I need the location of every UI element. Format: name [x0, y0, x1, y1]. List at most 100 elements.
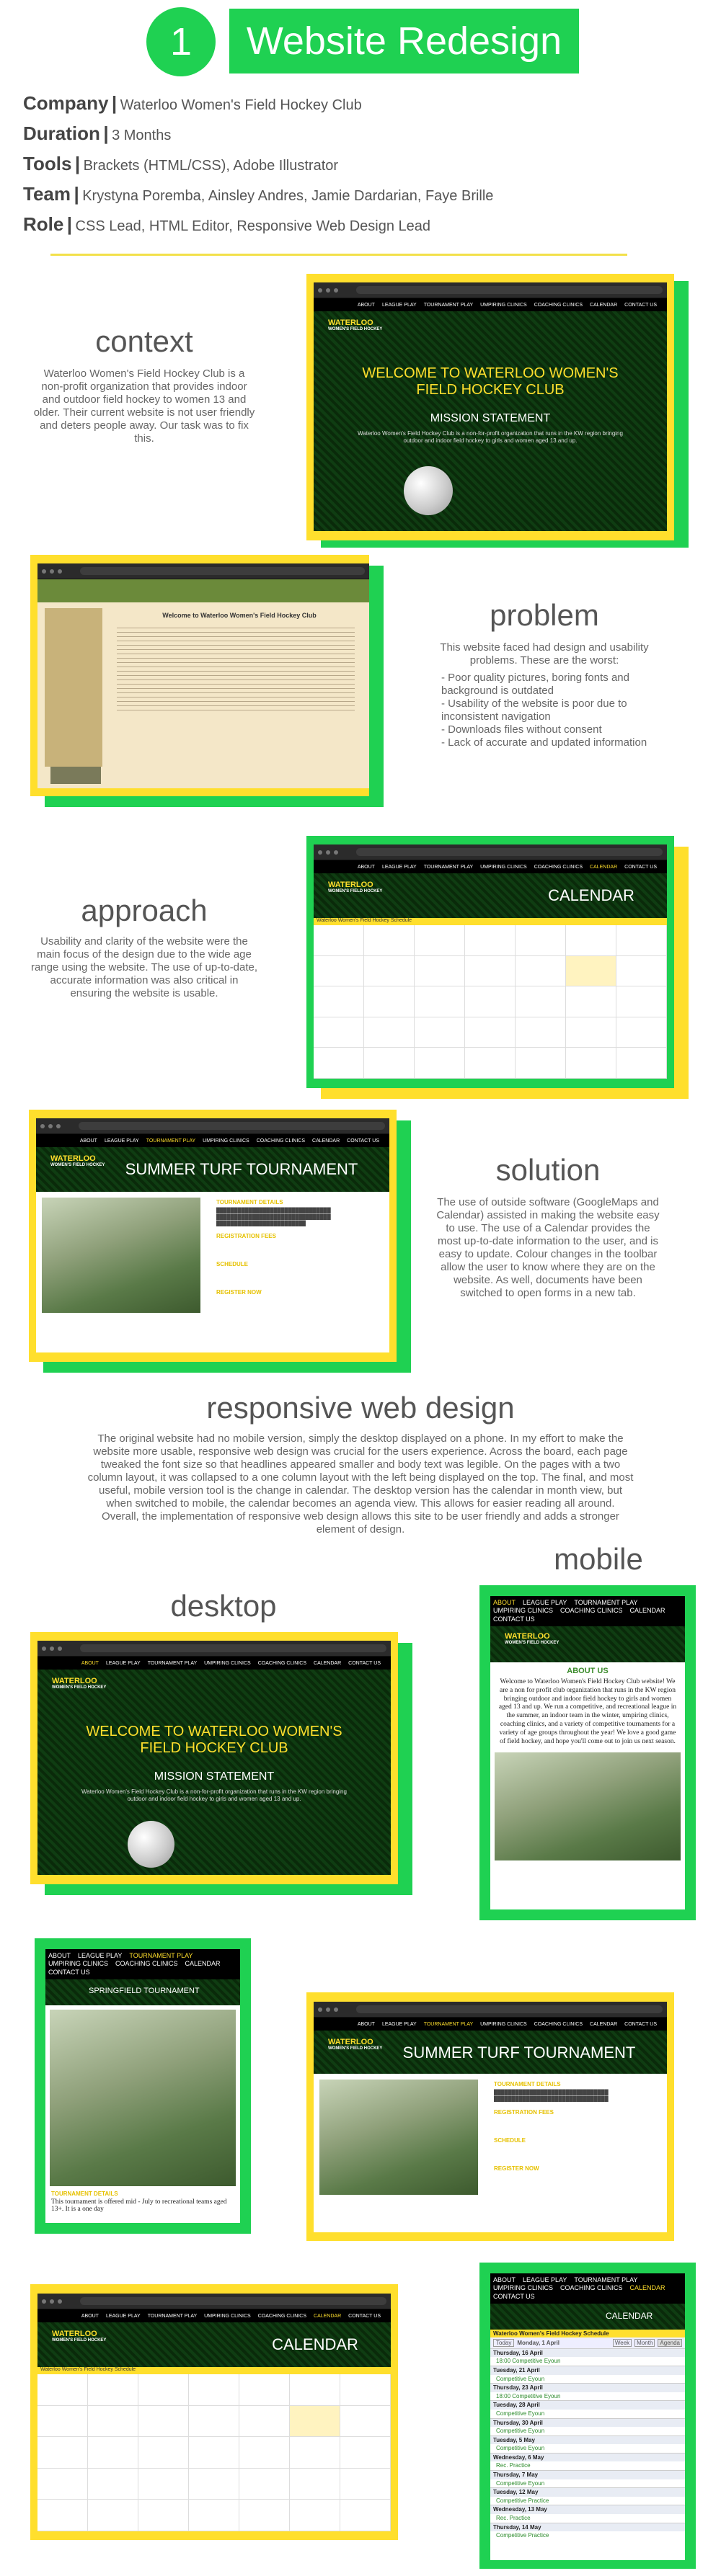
springfield-heading: SPRINGFIELD TOURNAMENT: [89, 1986, 200, 1995]
agenda-event[interactable]: Competitive Eyoun: [490, 2375, 685, 2384]
agenda-event[interactable]: Competitive Eyoun: [490, 2410, 685, 2418]
calendar-heading: CALENDAR: [272, 2335, 358, 2353]
details-heading: TOURNAMENT DETAILS: [494, 2081, 561, 2087]
agenda-event[interactable]: Rec. Practice: [490, 2514, 685, 2523]
club-logo: WATERLOO WOMEN'S FIELD HOCKEY: [328, 318, 383, 332]
desktop-label: desktop: [170, 1589, 277, 1623]
problem-list: - Poor quality pictures, boring fonts an…: [441, 672, 672, 749]
divider: [50, 254, 627, 256]
agenda-day: Thursday, 23 April: [490, 2383, 685, 2392]
springfield-mobile-mockup: ABOUT LEAGUE PLAY TOURNAMENT PLAYUMPIRING …: [45, 1949, 240, 2223]
nav-item[interactable]: CALENDAR: [590, 303, 617, 308]
agenda-event[interactable]: Competitive Eyoun: [490, 2479, 685, 2488]
calendar-heading: CALENDAR: [606, 2310, 653, 2321]
meta-value: CSS Lead, HTML Editor, Responsive Web De…: [75, 218, 431, 234]
register-link[interactable]: REGISTER NOW: [494, 2165, 660, 2172]
home-desktop-mockup: ABOUT LEAGUE PLAY TOURNAMENT PLAY UMPIRING …: [314, 282, 667, 531]
agenda-event[interactable]: 18:00 Competitive Eyoun: [490, 2357, 685, 2366]
tournament-desktop-mockup-2: ABOUT LEAGUE PLAY TOURNAMENT PLAY UMPIRING …: [314, 2002, 667, 2232]
today-button[interactable]: Today: [493, 2338, 515, 2347]
player-photo: [319, 2080, 478, 2195]
agenda-event[interactable]: Competitive Practice: [490, 2531, 685, 2540]
calendar-heading: CALENDAR: [548, 886, 634, 904]
mobile-label: mobile: [554, 1542, 643, 1576]
player-photo: [42, 1198, 200, 1313]
old-site-title: Welcome to Waterloo Women's Field Hockey…: [162, 612, 317, 619]
fees-heading: REGISTRATION FEES: [216, 1233, 276, 1240]
meta-company: Company | Waterloo Women's Field Hockey …: [23, 92, 362, 114]
agenda-day: Tuesday, 28 April: [490, 2400, 685, 2410]
tournament-desktop-mockup: ABOUT LEAGUE PLAY TOURNAMENT PLAY UMPIRING …: [36, 1118, 389, 1352]
tab-month[interactable]: Month: [634, 2338, 655, 2347]
meta-value: Krystyna Poremba, Ainsley Andres, Jamie …: [82, 188, 494, 204]
old-site-mockup: Welcome to Waterloo Women's Field Hockey…: [37, 563, 369, 788]
responsive-title: responsive web design: [206, 1391, 515, 1425]
problem-intro: This website faced had design and usabil…: [440, 641, 649, 667]
month-calendar[interactable]: [37, 2374, 391, 2531]
problem-item: - Usability of the website is poor due t…: [441, 698, 627, 723]
details-text: This tournament is offered mid - July to…: [51, 2198, 227, 2213]
tab-agenda[interactable]: Agenda: [658, 2338, 682, 2347]
meta-duration: Duration | 3 Months: [23, 122, 172, 144]
agenda-event[interactable]: Competitive Eyoun: [490, 2444, 685, 2453]
fees-heading: REGISTRATION FEES: [494, 2108, 554, 2116]
meta-label: Company: [23, 92, 109, 114]
agenda-day: Tuesday, 21 April: [490, 2365, 685, 2375]
agenda-event[interactable]: Competitive Eyoun: [490, 2427, 685, 2435]
agenda-mobile-mockup: ABOUT LEAGUE PLAY TOURNAMENT PLAYUMPIRING …: [490, 2273, 685, 2560]
tournament-heading: SUMMER TURF TOURNAMENT: [125, 1160, 358, 1178]
calendar-title-bar: Waterloo Women's Field Hockey Schedule: [37, 2367, 391, 2374]
tab-week[interactable]: Week: [612, 2338, 632, 2347]
agenda-day: Tuesday, 5 May: [490, 2435, 685, 2445]
schedule-heading: SCHEDULE: [494, 2136, 526, 2144]
project-number-badge: 1: [146, 7, 216, 76]
nav-item[interactable]: COACHING CLINICS: [534, 303, 583, 308]
register-link[interactable]: REGISTER NOW: [216, 1289, 382, 1296]
agenda-day: Wednesday, 13 May: [490, 2505, 685, 2515]
welcome-heading: WELCOME TO WATERLOO WOMEN'S FIELD HOCKEY…: [86, 1724, 342, 1756]
problem-title: problem: [490, 598, 599, 632]
agenda-day: Wednesday, 6 May: [490, 2452, 685, 2462]
agenda-day: Thursday, 14 May: [490, 2522, 685, 2532]
calendar-desktop-mockup-2: ABOUT LEAGUE PLAY TOURNAMENT PLAY UMPIRING …: [37, 2294, 391, 2531]
hockey-ball-image: [404, 466, 453, 515]
agenda-event[interactable]: 18:00 Competitive Eyoun: [490, 2392, 685, 2401]
context-title: context: [95, 324, 193, 358]
meta-label: Duration: [23, 122, 100, 144]
problem-item: - Downloads files without consent: [441, 723, 602, 736]
about-mobile-mockup: ABOUT LEAGUE PLAY TOURNAMENT PLAYUMPIRING …: [490, 1596, 685, 1909]
responsive-text: The original website had no mobile versi…: [87, 1432, 634, 1536]
mission-text: Waterloo Women's Field Hockey Club is a …: [358, 430, 623, 444]
nav-item[interactable]: UMPIRING CLINICS: [480, 303, 527, 308]
nav-item[interactable]: LEAGUE PLAY: [382, 303, 417, 308]
problem-item: - Lack of accurate and updated informati…: [441, 736, 647, 749]
project-title: Website Redesign: [229, 9, 579, 73]
agenda-list: Thursday, 16 April 18:00 Competitive Eyou…: [490, 2348, 685, 2540]
meta-label: Tools: [23, 153, 72, 174]
month-calendar[interactable]: [314, 925, 667, 1079]
nav-item[interactable]: ABOUT: [358, 303, 375, 308]
approach-text: Usability and clarity of the website wer…: [30, 935, 258, 999]
welcome-heading: WELCOME TO WATERLOO WOMEN'S FIELD HOCKEY…: [362, 365, 619, 398]
home-desktop-mockup-2: ABOUT LEAGUE PLAY TOURNAMENT PLAY UMPIRING …: [37, 1641, 391, 1875]
about-heading: ABOUT US: [567, 1666, 609, 1675]
agenda-event[interactable]: Rec. Practice: [490, 2461, 685, 2470]
agenda-event[interactable]: Competitive Practice: [490, 2497, 685, 2505]
details-heading: TOURNAMENT DETAILS: [216, 1199, 283, 1205]
problem-item: - Poor quality pictures, boring fonts an…: [441, 672, 629, 697]
mobile-nav: ABOUT LEAGUE PLAY TOURNAMENT PLAYUMPIRING …: [490, 1596, 685, 1626]
schedule-heading: SCHEDULE: [216, 1261, 249, 1268]
details-heading: TOURNAMENT DETAILS: [51, 2190, 118, 2197]
tournament-heading: SUMMER TURF TOURNAMENT: [402, 2044, 636, 2062]
nav-item[interactable]: CONTACT US: [624, 303, 657, 308]
nav-item[interactable]: TOURNAMENT PLAY: [424, 303, 473, 308]
site-nav: ABOUT LEAGUE PLAY TOURNAMENT PLAY UMPIRING …: [314, 298, 667, 311]
meta-label: Role: [23, 213, 64, 235]
meta-team: Team | Krystyna Poremba, Ainsley Andres,…: [23, 183, 494, 205]
agenda-day: Thursday, 30 April: [490, 2417, 685, 2428]
mission-text: Waterloo Women's Field Hockey Club is a …: [81, 1788, 347, 1802]
meta-value: 3 Months: [112, 128, 172, 143]
meta-label: Team: [23, 183, 71, 205]
calendar-title-bar: Waterloo Women's Field Hockey Schedule: [314, 918, 667, 925]
date-label: Monday, 1 April: [517, 2339, 560, 2346]
